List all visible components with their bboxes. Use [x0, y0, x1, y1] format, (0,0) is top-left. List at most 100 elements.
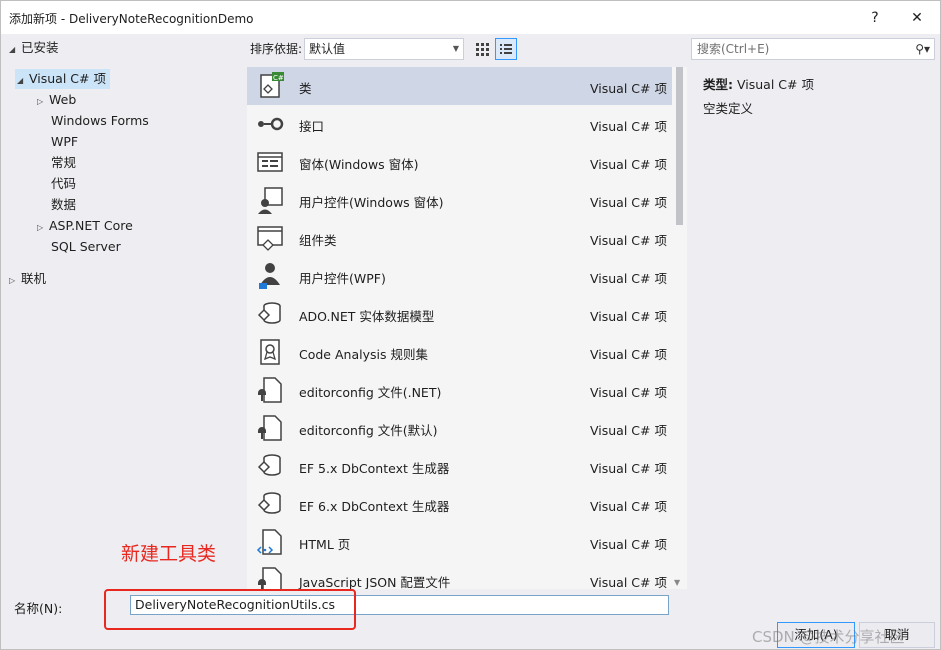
- list-item[interactable]: EF 5.x DbContext 生成器 Visual C# 项: [247, 447, 672, 485]
- tree-label: SQL Server: [51, 239, 121, 254]
- grid-view-icon: [476, 43, 489, 56]
- tree-item-data[interactable]: 数据: [51, 195, 76, 215]
- expand-arrow-icon[interactable]: ▷: [37, 218, 49, 238]
- annotation-highlight-box: [104, 589, 356, 630]
- item-name: HTML 页: [299, 537, 351, 552]
- class-icon: C#: [260, 72, 284, 98]
- wpf-user-control-icon: [259, 263, 280, 289]
- collapse-arrow-icon[interactable]: ◢: [9, 40, 21, 60]
- tree-label: 数据: [51, 197, 77, 212]
- item-name: 窗体(Windows 窗体): [299, 157, 419, 172]
- search-icon[interactable]: ⚲▾: [915, 39, 930, 59]
- detail-type-value: Visual C# 项: [736, 77, 814, 92]
- scrollbar-thumb[interactable]: [676, 67, 683, 225]
- user-control-icon: [258, 187, 283, 214]
- collapse-arrow-icon[interactable]: ◢: [17, 71, 29, 91]
- list-item[interactable]: 组件类 Visual C# 项: [247, 219, 672, 257]
- entity-model-icon: [257, 302, 281, 324]
- dbcontext-icon: [257, 492, 281, 514]
- detail-type: 类型: Visual C# 项: [703, 74, 814, 93]
- annotation-text: 新建工具类: [121, 543, 217, 565]
- help-button[interactable]: ?: [857, 5, 893, 31]
- item-name: JavaScript JSON 配置文件: [299, 575, 451, 589]
- expand-arrow-icon[interactable]: ▷: [9, 271, 21, 291]
- list-item[interactable]: ADO.NET 实体数据模型 Visual C# 项: [247, 295, 672, 333]
- tree-label: Windows Forms: [51, 113, 149, 128]
- item-type: Visual C# 项: [590, 157, 667, 172]
- editorconfig-icon: [258, 377, 282, 403]
- expand-arrow-icon[interactable]: ▷: [37, 92, 49, 112]
- add-new-item-dialog: ◢ 已安装 ◢ Visual C# 项 ▷ Web Windows Forms WPF…: [0, 34, 941, 650]
- list-item[interactable]: EF 6.x DbContext 生成器 Visual C# 项: [247, 485, 672, 523]
- tree-item-sql-server[interactable]: SQL Server: [51, 237, 121, 257]
- item-name: 接口: [299, 119, 325, 134]
- list-view-icon: [500, 44, 512, 54]
- tree-item-aspnet-core[interactable]: ▷ ASP.NET Core: [37, 216, 133, 236]
- item-type: Visual C# 项: [590, 233, 667, 248]
- list-scrollbar[interactable]: ▼: [672, 67, 687, 589]
- item-name: 用户控件(Windows 窗体): [299, 195, 444, 210]
- search-input[interactable]: 搜索(Ctrl+E) ⚲▾: [691, 38, 935, 60]
- item-name: 用户控件(WPF): [299, 271, 386, 286]
- tree-label: 代码: [51, 176, 77, 191]
- svg-text:C#: C#: [273, 74, 284, 82]
- tree-item-installed[interactable]: ◢ 已安装: [9, 38, 59, 58]
- tree-item-general[interactable]: 常规: [51, 153, 76, 173]
- search-placeholder: 搜索(Ctrl+E): [697, 42, 770, 56]
- scroll-down-icon[interactable]: ▼: [674, 578, 680, 587]
- detail-type-label: 类型:: [703, 77, 733, 92]
- item-name: 组件类: [299, 233, 337, 248]
- sort-dropdown[interactable]: 默认值 ▼: [304, 38, 464, 60]
- json-config-icon: [258, 567, 282, 589]
- sort-value: 默认值: [309, 42, 346, 56]
- list-item[interactable]: Code Analysis 规则集 Visual C# 项: [247, 333, 672, 371]
- grid-view-button[interactable]: [471, 38, 493, 60]
- template-tree: ◢ 已安装 ◢ Visual C# 项 ▷ Web Windows Forms WPF…: [1, 34, 247, 589]
- tree-item-code[interactable]: 代码: [51, 174, 76, 194]
- list-item[interactable]: 用户控件(Windows 窗体) Visual C# 项: [247, 181, 672, 219]
- list-item[interactable]: editorconfig 文件(默认) Visual C# 项: [247, 409, 672, 447]
- template-list: C# 类 Visual C# 项 接口 Visual C# 项 窗体(Windo…: [247, 67, 687, 589]
- item-name: Code Analysis 规则集: [299, 347, 428, 362]
- item-type: Visual C# 项: [590, 575, 667, 589]
- item-name: 类: [299, 81, 312, 96]
- item-type: Visual C# 项: [590, 81, 667, 96]
- watermark: CSDN @技术分享社区: [752, 628, 905, 646]
- detail-description: 空类定义: [703, 101, 754, 116]
- tree-item-online[interactable]: ▷ 联机: [9, 269, 46, 289]
- tree-item-windows-forms[interactable]: Windows Forms: [51, 111, 149, 131]
- list-view-button[interactable]: [495, 38, 517, 60]
- title-bar: 添加新项 - DeliveryNoteRecognitionDemo ? ✕: [0, 0, 941, 34]
- tree-label: Web: [49, 92, 77, 107]
- html-page-icon: [256, 529, 282, 555]
- item-type: Visual C# 项: [590, 119, 667, 134]
- list-item[interactable]: JavaScript JSON 配置文件 Visual C# 项: [247, 561, 672, 589]
- tree-label: 联机: [21, 271, 47, 286]
- item-name: editorconfig 文件(.NET): [299, 385, 442, 400]
- name-label: 名称(N):: [14, 601, 63, 616]
- dbcontext-icon: [257, 454, 281, 476]
- tree-item-wpf[interactable]: WPF: [51, 132, 78, 152]
- list-item[interactable]: 窗体(Windows 窗体) Visual C# 项: [247, 143, 672, 181]
- item-name: EF 5.x DbContext 生成器: [299, 461, 450, 476]
- item-type: Visual C# 项: [590, 271, 667, 286]
- close-button[interactable]: ✕: [899, 5, 935, 31]
- item-type: Visual C# 项: [590, 423, 667, 438]
- item-type: Visual C# 项: [590, 309, 667, 324]
- tree-item-web[interactable]: ▷ Web: [37, 90, 76, 110]
- item-name: EF 6.x DbContext 生成器: [299, 499, 450, 514]
- list-item[interactable]: 接口 Visual C# 项: [247, 105, 672, 143]
- component-class-icon: [257, 226, 283, 251]
- tree-item-visual-cs[interactable]: ◢ Visual C# 项: [15, 69, 110, 89]
- item-name: editorconfig 文件(默认): [299, 423, 438, 438]
- ruleset-icon: [260, 339, 280, 365]
- list-item[interactable]: editorconfig 文件(.NET) Visual C# 项: [247, 371, 672, 409]
- list-item[interactable]: HTML 页 Visual C# 项: [247, 523, 672, 561]
- item-type: Visual C# 项: [590, 537, 667, 552]
- windows-form-icon: [257, 152, 283, 172]
- sort-label: 排序依据:: [250, 42, 303, 56]
- list-item[interactable]: 用户控件(WPF) Visual C# 项: [247, 257, 672, 295]
- editorconfig-icon: [258, 415, 282, 441]
- item-type: Visual C# 项: [590, 499, 667, 514]
- list-item[interactable]: C# 类 Visual C# 项: [247, 67, 672, 105]
